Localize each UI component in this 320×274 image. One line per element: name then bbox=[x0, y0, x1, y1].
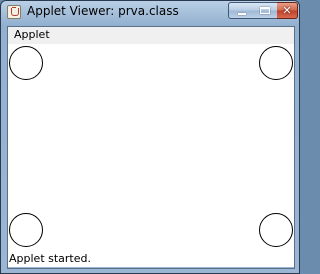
close-icon: ✕ bbox=[282, 4, 292, 17]
close-button[interactable]: ✕ bbox=[277, 2, 298, 19]
menu-applet[interactable]: Applet bbox=[14, 28, 50, 41]
maximize-button[interactable] bbox=[253, 2, 278, 19]
circle-top-left bbox=[9, 46, 43, 80]
circle-bottom-right bbox=[259, 213, 293, 247]
circle-top-right bbox=[259, 46, 293, 80]
maximize-icon bbox=[260, 7, 270, 14]
minimize-button[interactable] bbox=[228, 2, 254, 19]
minimize-icon bbox=[238, 13, 246, 15]
title-bar[interactable]: Applet Viewer: prva.class ✕ bbox=[1, 1, 299, 23]
applet-canvas[interactable] bbox=[8, 44, 294, 249]
status-bar: Applet started. bbox=[8, 249, 294, 267]
window-title: Applet Viewer: prva.class bbox=[27, 4, 179, 18]
circle-bottom-left bbox=[9, 213, 43, 247]
applet-viewer-window: Applet Viewer: prva.class ✕ Applet Apple… bbox=[0, 0, 300, 274]
java-coffee-cup-icon[interactable] bbox=[7, 5, 21, 19]
menu-bar: Applet bbox=[8, 27, 294, 45]
status-text: Applet started. bbox=[9, 252, 91, 265]
